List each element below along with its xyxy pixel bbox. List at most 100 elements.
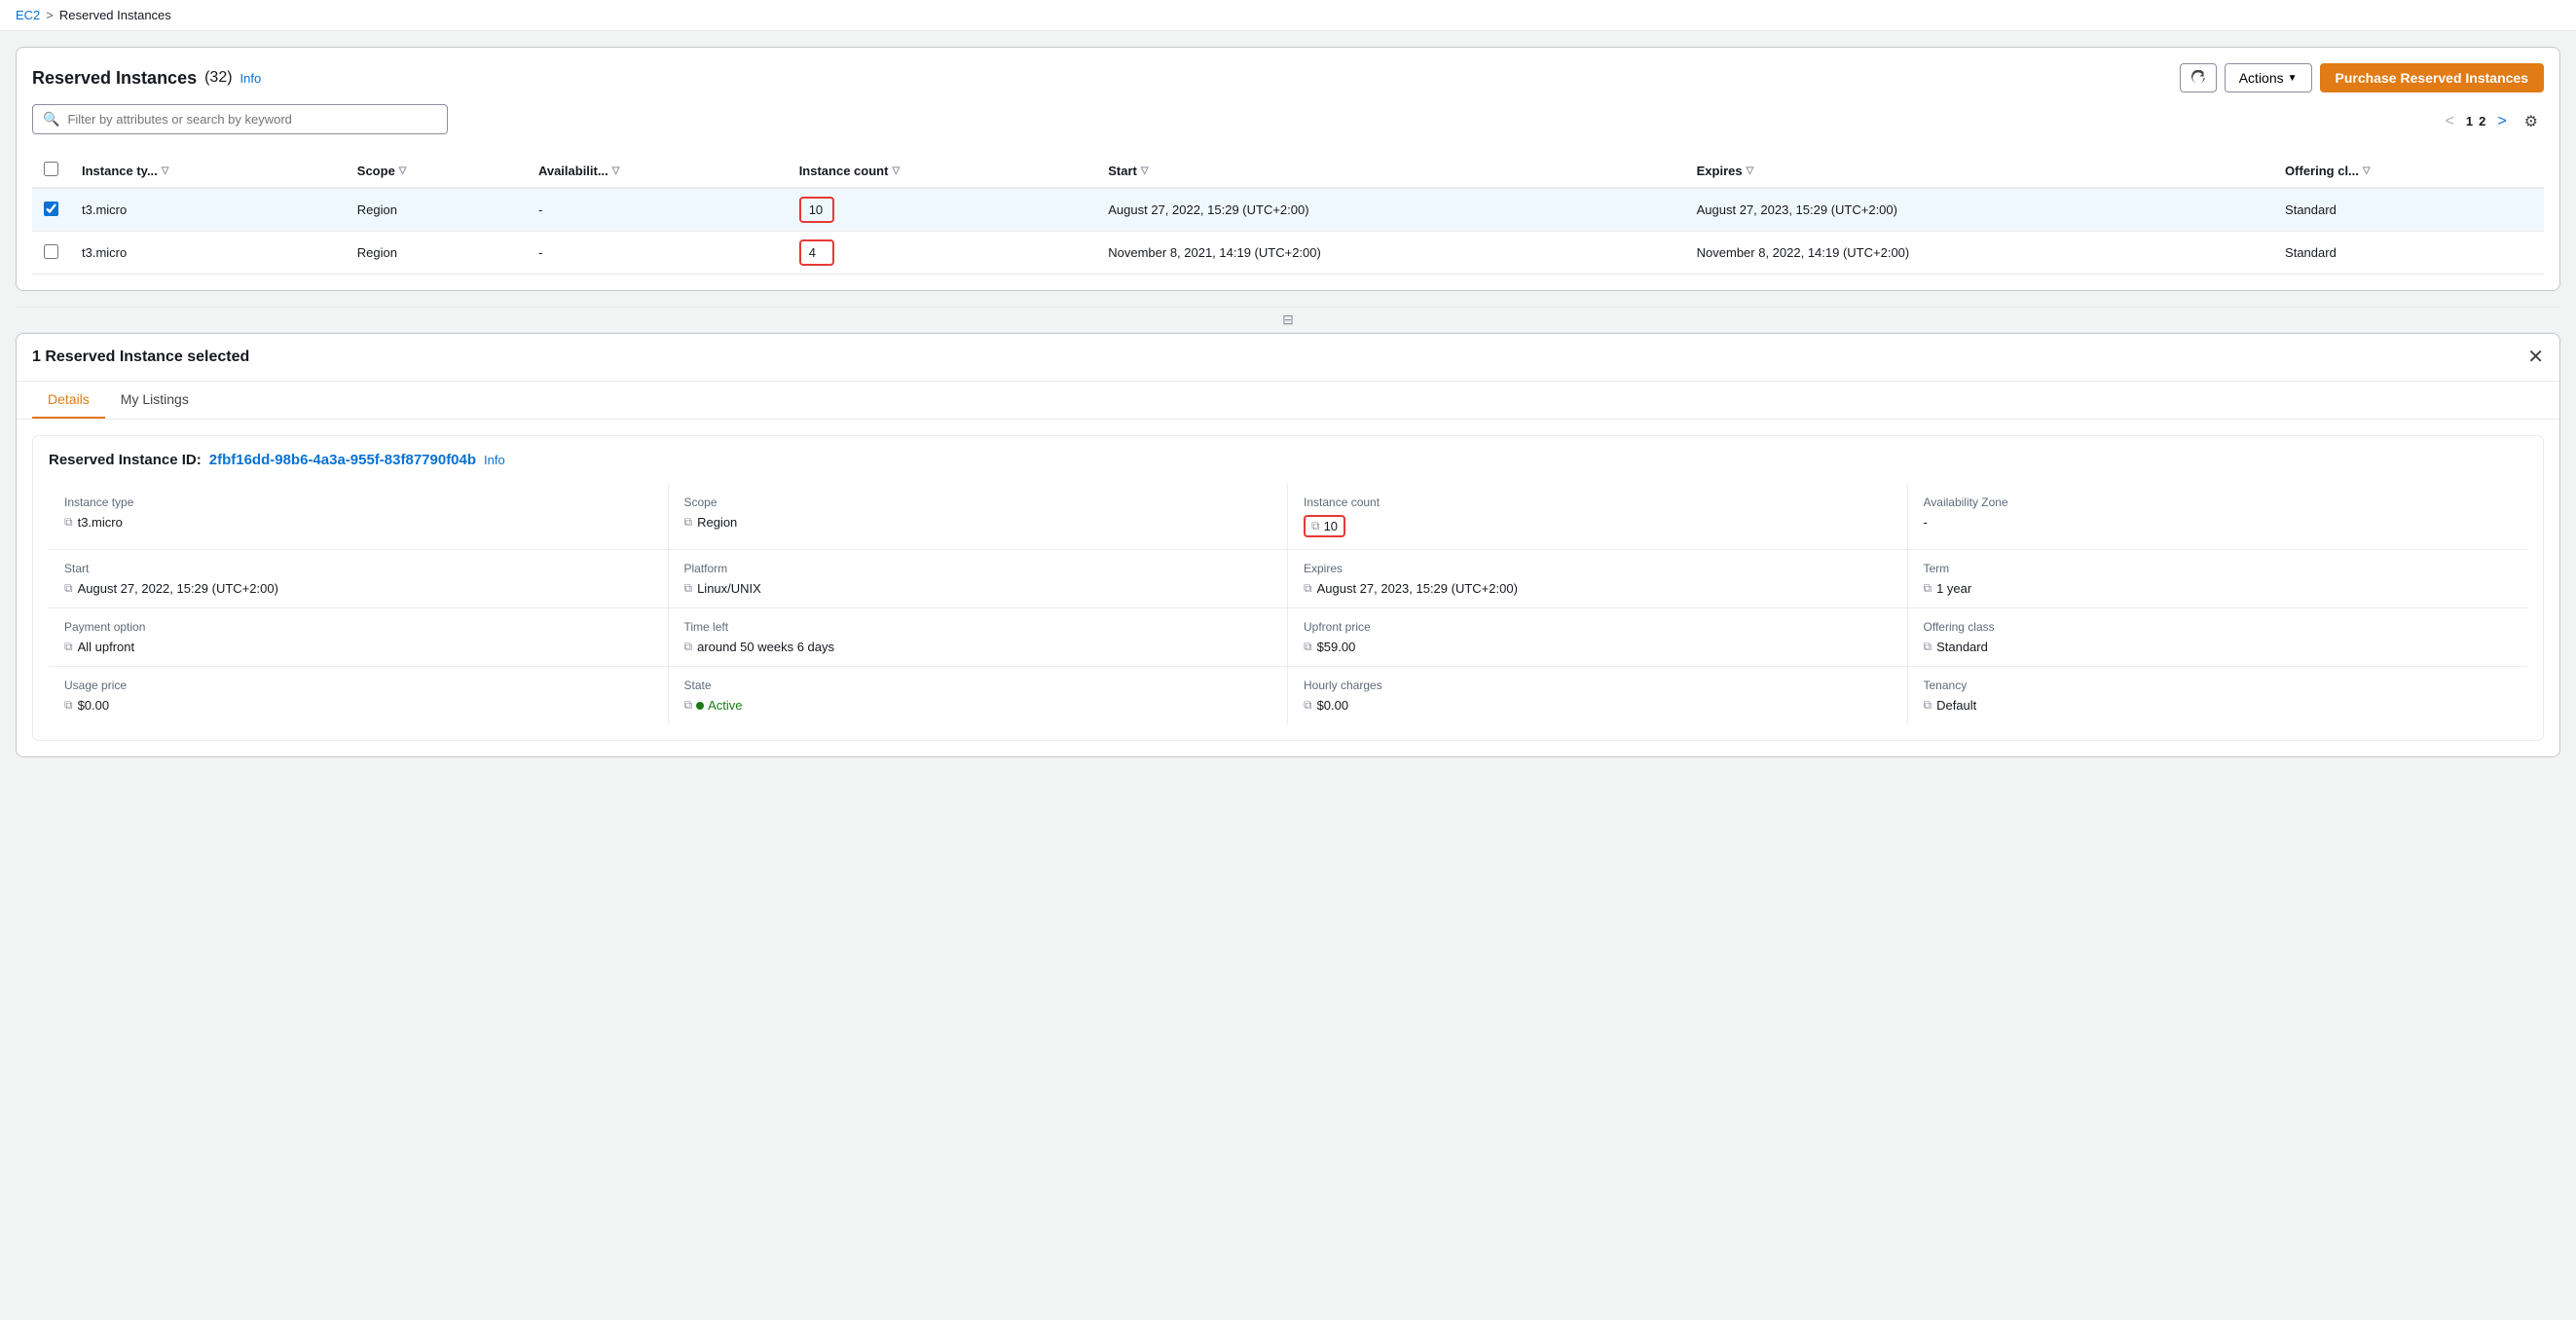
tenancy-value: ⧉ Default: [1924, 698, 2513, 713]
select-all-header[interactable]: [32, 154, 70, 188]
filter-expires-icon[interactable]: ▽: [1747, 165, 1754, 176]
instance-id-value[interactable]: 2fbf16dd-98b6-4a3a-955f-83f87790f04b: [209, 452, 476, 468]
row-instance-type-0: t3.micro: [70, 188, 346, 232]
copy-platform-icon[interactable]: ⧉: [684, 581, 693, 596]
upfront-price-label: Upfront price: [1304, 620, 1892, 634]
copy-tenancy-icon[interactable]: ⧉: [1924, 698, 1932, 713]
purchase-button[interactable]: Purchase Reserved Instances: [2320, 63, 2544, 92]
state-label: State: [684, 678, 1272, 692]
search-input[interactable]: [67, 112, 437, 127]
row-instance-type-1: t3.micro: [70, 232, 346, 275]
payment-option-value: ⧉ All upfront: [64, 640, 652, 654]
availability-zone-label: Availability Zone: [1924, 495, 2513, 509]
next-page-button[interactable]: >: [2491, 111, 2512, 132]
start-text: August 27, 2022, 15:29 (UTC+2:00): [78, 581, 278, 596]
copy-count-icon[interactable]: ⧉: [1311, 519, 1320, 533]
tab-my-listings[interactable]: My Listings: [105, 382, 204, 419]
payment-option-text: All upfront: [78, 640, 135, 654]
offering-class-label: Offering class: [1924, 620, 2513, 634]
copy-instance-type-icon[interactable]: ⧉: [64, 515, 73, 530]
field-start: Start ⧉ August 27, 2022, 15:29 (UTC+2:00…: [49, 550, 669, 607]
header-info-link[interactable]: Info: [240, 71, 262, 86]
term-value: ⧉ 1 year: [1924, 581, 2513, 596]
actions-button[interactable]: Actions ▼: [2225, 63, 2312, 92]
hourly-charges-text: $0.00: [1317, 698, 1349, 713]
row-checkbox-1[interactable]: [44, 244, 58, 259]
col-expires[interactable]: Expires ▽: [1685, 154, 2273, 188]
field-hourly-charges: Hourly charges ⧉ $0.00: [1288, 667, 1908, 724]
detail-panel: 1 Reserved Instance selected ✕ Details M…: [16, 333, 2560, 757]
table-row[interactable]: t3.micro Region - 10 August 27, 2022, 15…: [32, 188, 2544, 232]
expires-label: Expires: [1304, 562, 1892, 575]
panel-count: (32): [204, 69, 232, 87]
detail-instance-count-value: ⧉ 10: [1304, 515, 1892, 537]
col-instance-type[interactable]: Instance ty... ▽: [70, 154, 346, 188]
close-detail-button[interactable]: ✕: [2527, 348, 2544, 367]
copy-time-left-icon[interactable]: ⧉: [684, 640, 693, 654]
detail-grid-row4: Usage price ⧉ $0.00 State ⧉ Active: [49, 666, 2527, 724]
field-term: Term ⧉ 1 year: [1908, 550, 2528, 607]
panel-title: Reserved Instances (32) Info: [32, 68, 261, 89]
detail-title: 1 Reserved Instance selected: [32, 348, 249, 366]
col-availability[interactable]: Availabilit... ▽: [527, 154, 788, 188]
tab-details[interactable]: Details: [32, 382, 105, 419]
copy-payment-icon[interactable]: ⧉: [64, 640, 73, 654]
filter-offering-icon[interactable]: ▽: [2363, 165, 2371, 176]
filter-availability-icon[interactable]: ▽: [612, 165, 620, 176]
instance-count-cell-1: 4: [799, 239, 834, 266]
table-row[interactable]: t3.micro Region - 4 November 8, 2021, 14…: [32, 232, 2544, 275]
copy-term-icon[interactable]: ⧉: [1924, 581, 1932, 596]
copy-expires-icon[interactable]: ⧉: [1304, 581, 1312, 596]
copy-start-icon[interactable]: ⧉: [64, 581, 73, 596]
filter-start-icon[interactable]: ▽: [1141, 165, 1149, 176]
state-value: ⧉ Active: [684, 698, 1272, 713]
field-payment-option: Payment option ⧉ All upfront: [49, 608, 669, 666]
refresh-button[interactable]: [2180, 63, 2217, 92]
availability-zone-value: -: [1924, 515, 2513, 530]
filter-scope-icon[interactable]: ▽: [399, 165, 407, 176]
row-checkbox-cell[interactable]: [32, 232, 70, 275]
col-scope[interactable]: Scope ▽: [346, 154, 527, 188]
copy-usage-icon[interactable]: ⧉: [64, 698, 73, 713]
usage-price-label: Usage price: [64, 678, 652, 692]
instance-type-label: Instance type: [64, 495, 652, 509]
select-all-checkbox[interactable]: [44, 162, 58, 176]
copy-state-icon[interactable]: ⧉: [684, 698, 693, 713]
field-expires: Expires ⧉ August 27, 2023, 15:29 (UTC+2:…: [1288, 550, 1908, 607]
row-expires-1: November 8, 2022, 14:19 (UTC+2:00): [1685, 232, 2273, 275]
breadcrumb-ec2[interactable]: EC2: [16, 8, 40, 22]
field-platform: Platform ⧉ Linux/UNIX: [669, 550, 1289, 607]
instance-type-text: t3.micro: [78, 515, 123, 530]
resize-divider[interactable]: ⊟: [16, 307, 2560, 333]
page-2: 2: [2479, 114, 2485, 128]
filter-instance-type-icon[interactable]: ▽: [162, 165, 169, 176]
row-checkbox-0[interactable]: [44, 202, 58, 216]
hourly-charges-label: Hourly charges: [1304, 678, 1892, 692]
instance-info-link[interactable]: Info: [484, 453, 505, 467]
expires-text: August 27, 2023, 15:29 (UTC+2:00): [1317, 581, 1518, 596]
col-offering-class[interactable]: Offering cl... ▽: [2273, 154, 2544, 188]
col-instance-count[interactable]: Instance count ▽: [788, 154, 1097, 188]
copy-scope-icon[interactable]: ⧉: [684, 515, 693, 530]
row-checkbox-cell[interactable]: [32, 188, 70, 232]
copy-upfront-icon[interactable]: ⧉: [1304, 640, 1312, 654]
usage-price-value: ⧉ $0.00: [64, 698, 652, 713]
platform-text: Linux/UNIX: [697, 581, 761, 596]
copy-offering-icon[interactable]: ⧉: [1924, 640, 1932, 654]
prev-page-button[interactable]: <: [2440, 111, 2460, 132]
usage-price-text: $0.00: [78, 698, 110, 713]
tenancy-label: Tenancy: [1924, 678, 2513, 692]
state-text: Active: [708, 698, 742, 713]
row-availability-1: -: [527, 232, 788, 275]
field-state: State ⧉ Active: [669, 667, 1289, 724]
detail-content: Reserved Instance ID: 2fbf16dd-98b6-4a3a…: [17, 420, 2559, 756]
field-usage-price: Usage price ⧉ $0.00: [49, 667, 669, 724]
refresh-icon: [2190, 70, 2206, 86]
start-label: Start: [64, 562, 652, 575]
panel-title-text: Reserved Instances: [32, 68, 197, 89]
copy-hourly-icon[interactable]: ⧉: [1304, 698, 1312, 713]
settings-button[interactable]: ⚙: [2519, 110, 2544, 133]
filter-count-icon[interactable]: ▽: [892, 165, 900, 176]
col-start[interactable]: Start ▽: [1096, 154, 1684, 188]
platform-label: Platform: [684, 562, 1272, 575]
